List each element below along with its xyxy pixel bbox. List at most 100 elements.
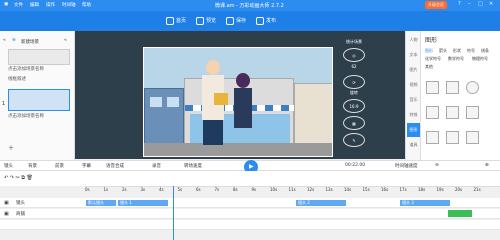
save-button[interactable]: 保存 (226, 15, 246, 27)
side-tab-characters[interactable]: 人物 (407, 33, 420, 47)
timeline-clip[interactable]: 默认镜头 (86, 200, 116, 206)
zoom-tool[interactable]: ◎ (343, 48, 365, 62)
rect-shape-icon[interactable] (446, 81, 459, 94)
scene-name[interactable]: 点击添加场景名称 (8, 66, 44, 72)
rotate-tool[interactable]: ⟳ (343, 75, 365, 89)
time-display[interactable]: 00:22.00 (345, 163, 365, 168)
scene-name[interactable]: 线框叙述 (8, 76, 26, 82)
minimize-icon[interactable]: – (468, 1, 471, 7)
tab-physics[interactable]: 物理符号 (472, 56, 488, 62)
gift-box[interactable] (214, 93, 228, 105)
tts-button[interactable]: 语音合成 (106, 163, 124, 169)
subtitle-button[interactable]: 字幕 (82, 163, 91, 169)
tab-other[interactable]: 其他 (425, 64, 433, 70)
track-shop[interactable]: 商铺 ▣ (0, 209, 500, 219)
character-man-legs (203, 120, 223, 145)
maximize-icon[interactable]: □ (478, 1, 483, 7)
timeline-clip[interactable]: 镜头 3 (400, 200, 450, 206)
app-logo-icon: ▣ (4, 2, 9, 7)
tab-symbols[interactable]: 符号 (467, 48, 475, 54)
aspect-tool[interactable]: 16:9 (343, 99, 365, 113)
playhead[interactable] (173, 186, 174, 240)
tab-arrows[interactable]: 箭头 (439, 48, 447, 54)
menu-operate[interactable]: 操作 (46, 2, 55, 8)
menu-help[interactable]: 帮助 (82, 2, 91, 8)
track-camera[interactable]: 镜头 ▣ 默认镜头 镜头 1 镜头 2 镜头 3 (0, 198, 500, 208)
publish-icon (256, 17, 264, 25)
home-button[interactable]: 首页 (166, 15, 186, 27)
character-woman-body[interactable] (234, 88, 252, 128)
ruler-tick: 7s (214, 187, 220, 192)
ruler-tick: 18s (418, 187, 426, 192)
camera-button[interactable]: 镜头 (4, 163, 13, 169)
circle-shape-icon[interactable] (466, 81, 479, 94)
side-tab-images[interactable]: 图片 (407, 63, 420, 77)
side-tab-music[interactable]: 音乐 (407, 93, 420, 107)
zoom-in-icon[interactable]: ⊕ (485, 163, 489, 168)
window (167, 97, 179, 107)
expand-icon[interactable]: « (64, 38, 67, 43)
tool-label: 62 (351, 64, 357, 69)
scene-name[interactable]: 点击添加场景名称 (8, 113, 44, 119)
scene-panel: « ⊕ 新建场景 « 点击添加场景名称 线框叙述 1 点击添加场景名称 ＋ (0, 31, 75, 160)
menu-edit[interactable]: 编辑 (30, 2, 39, 8)
track-empty[interactable] (0, 220, 500, 230)
scene-thumbnail-selected[interactable] (8, 89, 70, 111)
side-tab-text[interactable]: 文本 (407, 48, 420, 62)
tab-forms[interactable]: 形状 (453, 48, 461, 54)
ruler-tick: 3s (140, 187, 146, 192)
timeline-clip[interactable]: 镜头 1 (118, 200, 168, 206)
wave-shape-icon[interactable] (466, 131, 479, 144)
preview-icon (196, 17, 204, 25)
side-tab-effects[interactable]: 特效 (407, 108, 420, 122)
help-icon[interactable]: ? (458, 1, 461, 7)
character-man-head[interactable] (206, 60, 220, 75)
side-tab-shapes[interactable]: 图形 (407, 123, 420, 137)
tab-lines[interactable]: 线条 (481, 48, 489, 54)
triangle-shape-icon[interactable] (466, 106, 479, 119)
zigzag-shape-icon[interactable] (426, 131, 439, 144)
timeline-speed-label: 时间轴速度 (395, 164, 418, 169)
ruler-tick: 0s (85, 187, 90, 192)
side-tab-props[interactable]: 道具 (407, 138, 420, 152)
grid-tool[interactable]: ▦ (343, 116, 365, 130)
record-button[interactable]: 录音 (152, 163, 161, 169)
character-woman-head[interactable] (236, 73, 250, 88)
line-shape-icon[interactable] (426, 81, 439, 94)
stage[interactable] (143, 47, 333, 157)
tab-chem[interactable]: 化学符号 (425, 56, 441, 62)
timeline-clip[interactable] (448, 210, 472, 217)
tab-shapes[interactable]: 图形 (425, 48, 433, 54)
curve-shape-icon[interactable] (426, 106, 439, 119)
upgrade-button[interactable]: 升级会员 (425, 1, 447, 9)
edit-tool[interactable]: ✎ (343, 133, 365, 147)
arc-shape-icon[interactable] (446, 131, 459, 144)
timeline-clip[interactable]: 镜头 2 (296, 200, 346, 206)
ruler-tick: 13s (325, 187, 333, 192)
polyline-shape-icon[interactable] (446, 106, 459, 119)
shapes-panel: 图形 图形 箭头 形状 符号 线条 化学符号 数学符号 物理符号 其他 (420, 31, 500, 160)
scene-thumbnail[interactable] (8, 49, 70, 65)
close-icon[interactable]: ✕ (489, 1, 493, 7)
home-icon (166, 17, 174, 25)
background-button[interactable]: 背景 (28, 163, 37, 169)
ruler-tick: 6s (196, 187, 201, 192)
play-icon: ▶ (249, 163, 254, 170)
track-type-icon: ▣ (4, 211, 9, 217)
menu-timeline[interactable]: 时间轴 (62, 2, 76, 8)
add-scene-icon[interactable]: ＋ (8, 143, 14, 152)
zoom-out-icon[interactable]: ⊖ (435, 163, 439, 168)
title-bar: ▣ 文件 编辑 操作 时间轴 帮助 微课.am - 万彩动画大师 2.7.2 升… (0, 0, 500, 11)
transition-speed-button[interactable]: 转场速度 (184, 163, 202, 169)
preview-button[interactable]: 预览 (196, 15, 216, 27)
track-name: 镜头 (16, 201, 25, 206)
ruler-tick: 11s (288, 187, 296, 192)
side-tab-video[interactable]: 视频 (407, 78, 420, 92)
new-scene-button[interactable]: 新建场景 (21, 39, 39, 45)
tool-label: 统计场景 (346, 39, 362, 44)
tab-math[interactable]: 数学符号 (448, 56, 464, 62)
publish-button[interactable]: 发布 (256, 15, 276, 27)
menu-file[interactable]: 文件 (14, 2, 23, 8)
collapse-icon[interactable]: « (3, 38, 6, 43)
foreground-button[interactable]: 前景 (55, 163, 64, 169)
